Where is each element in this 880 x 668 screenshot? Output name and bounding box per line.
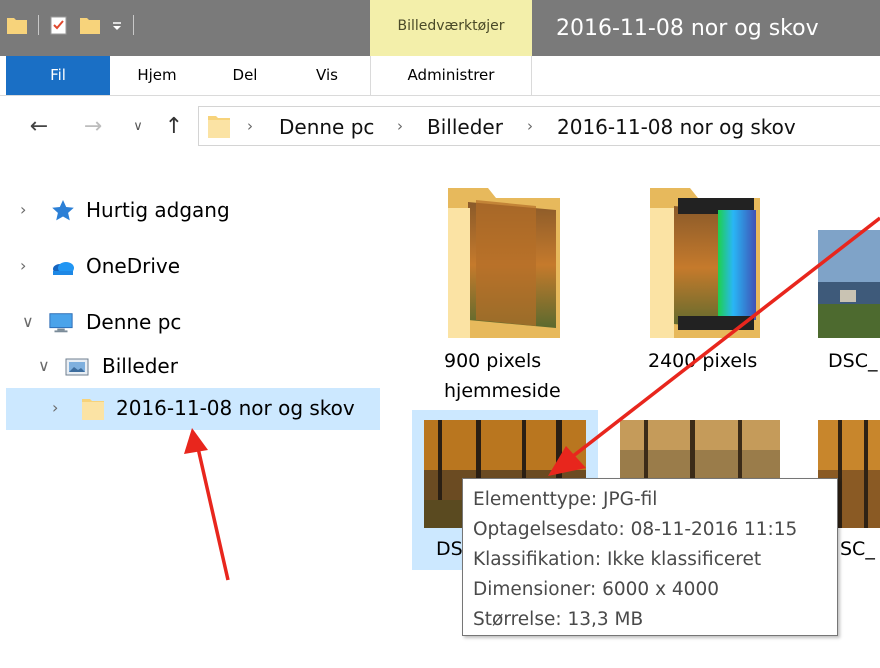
nav-item-label: 2016-11-08 nor og skov	[116, 396, 355, 420]
window-title: 2016-11-08 nor og skov	[556, 16, 819, 41]
tab-home[interactable]: Hjem	[125, 56, 189, 95]
address-bar[interactable]: › Denne pc › Billeder › 2016-11-08 nor o…	[198, 106, 880, 146]
tab-manage[interactable]: Administrer	[370, 56, 532, 95]
chevron-right-icon[interactable]: ›	[20, 200, 26, 219]
tooltip-dimensions: Dimensioner: 6000 x 4000	[473, 579, 719, 600]
folder-thumbnail-icon	[650, 188, 760, 338]
star-icon	[52, 200, 74, 221]
toolbar-divider	[38, 15, 39, 35]
photo-thumbnail[interactable]	[818, 230, 880, 338]
nav-item-this-pc[interactable]: ∨ Denne pc	[6, 302, 380, 344]
forward-arrow-icon[interactable]: →	[78, 108, 108, 144]
file-name: DS	[436, 538, 463, 560]
tooltip-size: Størrelse: 13,3 MB	[473, 609, 644, 630]
file-name: 2400 pixels	[648, 350, 758, 372]
computer-icon	[49, 313, 73, 333]
chevron-down-icon[interactable]: ∨	[22, 312, 34, 331]
properties-icon[interactable]	[49, 14, 69, 36]
pictures-library-icon	[65, 358, 89, 376]
nav-item-pictures[interactable]: ∨ Billeder	[6, 346, 380, 388]
file-name: SC_	[840, 538, 875, 560]
nav-item-label: Hurtig adgang	[86, 198, 230, 222]
up-arrow-icon[interactable]: ↑	[160, 108, 188, 144]
breadcrumb-this-pc[interactable]: Denne pc	[279, 115, 374, 139]
chevron-right-icon[interactable]: ›	[247, 117, 253, 135]
folder-icon	[82, 399, 104, 420]
folder-item-2400-pixels[interactable]	[648, 188, 762, 338]
nav-item-label: Billeder	[102, 354, 178, 378]
toolbar-divider	[133, 15, 134, 35]
file-info-tooltip: Elementtype: JPG-fil Optagelsesdato: 08-…	[462, 478, 838, 636]
title-bar: Billedværktøjer 2016-11-08 nor og skov	[0, 0, 880, 56]
tab-share[interactable]: Del	[220, 56, 270, 95]
customize-toolbar-icon[interactable]	[111, 14, 123, 36]
folder-thumbnail-icon	[448, 188, 560, 338]
quick-access-toolbar	[6, 14, 134, 36]
back-arrow-icon[interactable]: ←	[24, 108, 54, 144]
recent-locations-chevron-icon[interactable]: ∨	[128, 108, 148, 144]
folder-icon[interactable]	[6, 14, 28, 36]
chevron-right-icon[interactable]: ›	[527, 117, 533, 135]
nav-item-quick-access[interactable]: › Hurtig adgang	[6, 190, 380, 232]
breadcrumb-current-folder[interactable]: 2016-11-08 nor og skov	[557, 115, 796, 139]
chevron-down-icon[interactable]: ∨	[38, 356, 50, 375]
photo-image	[620, 420, 780, 480]
file-name: hjemmeside	[444, 380, 561, 402]
context-tab-picture-tools: Billedværktøjer	[370, 0, 532, 56]
file-name: 900 pixels	[444, 350, 542, 372]
breadcrumb-pictures[interactable]: Billeder	[427, 115, 503, 139]
photo-thumbnail[interactable]	[620, 420, 780, 480]
ribbon-tabs: Fil Hjem Del Vis Administrer	[0, 56, 880, 96]
nav-item-current-folder[interactable]: › 2016-11-08 nor og skov	[6, 388, 380, 430]
file-name: DSC_	[828, 350, 878, 372]
nav-item-label: OneDrive	[86, 254, 181, 278]
context-tab-label: Billedværktøjer	[397, 18, 505, 34]
chevron-right-icon[interactable]: ›	[20, 256, 26, 275]
tooltip-type: Elementtype: JPG-fil	[473, 489, 658, 510]
photo-image	[818, 230, 880, 338]
tooltip-date: Optagelsesdato: 08-11-2016 11:15	[473, 519, 798, 540]
folder-item-900-pixels[interactable]	[446, 188, 564, 338]
tab-file[interactable]: Fil	[6, 56, 110, 95]
nav-item-onedrive[interactable]: › OneDrive	[6, 246, 380, 288]
tooltip-rating: Klassifikation: Ikke klassificeret	[473, 549, 762, 570]
new-folder-icon[interactable]	[79, 14, 101, 36]
annotation-arrow-to-folder	[184, 428, 230, 581]
onedrive-cloud-icon	[53, 262, 74, 275]
chevron-right-icon[interactable]: ›	[52, 398, 58, 417]
nav-item-label: Denne pc	[86, 310, 182, 334]
tab-view[interactable]: Vis	[304, 56, 350, 95]
folder-icon	[208, 116, 230, 138]
chevron-right-icon[interactable]: ›	[397, 117, 403, 135]
